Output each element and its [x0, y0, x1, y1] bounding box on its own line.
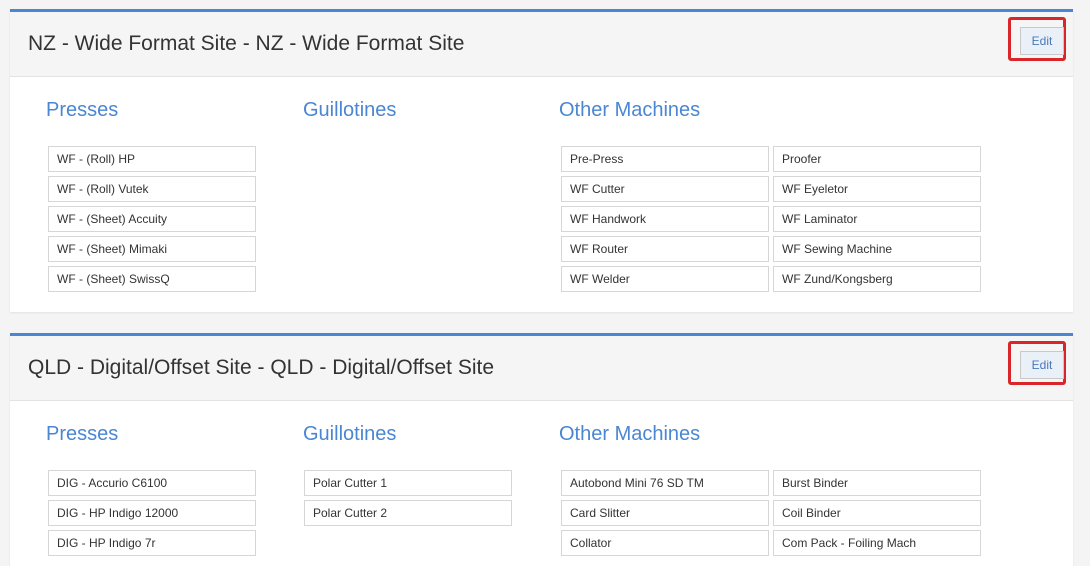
press-item[interactable]: WF - (Roll) Vutek	[48, 176, 256, 202]
machine-item[interactable]: WF Eyeletor	[773, 176, 981, 202]
other-machines-heading: Other Machines	[559, 423, 701, 445]
machine-item[interactable]: Card Slitter	[561, 500, 769, 526]
press-item[interactable]: DIG - HP Indigo 7r	[48, 530, 256, 556]
presses-heading: Presses	[46, 423, 119, 445]
panel-title: QLD - Digital/Offset Site - QLD - Digita…	[28, 356, 495, 379]
site-panel-nz: NZ - Wide Format Site - NZ - Wide Format…	[10, 9, 1073, 312]
machine-item[interactable]: WF Zund/Kongsberg	[773, 266, 981, 292]
machine-item[interactable]: Autobond Mini 76 SD TM	[561, 470, 769, 496]
edit-highlight: Edit	[1008, 341, 1066, 385]
press-item[interactable]: DIG - HP Indigo 12000	[48, 500, 256, 526]
other-machines-heading: Other Machines	[559, 99, 701, 121]
press-item[interactable]: WF - (Sheet) Accuity	[48, 206, 256, 232]
press-item[interactable]: WF - (Sheet) Mimaki	[48, 236, 256, 262]
machine-item[interactable]: Com Pack - Foiling Mach	[773, 530, 981, 556]
edit-button[interactable]: Edit	[1020, 351, 1064, 379]
machine-item[interactable]: WF Laminator	[773, 206, 981, 232]
machine-item[interactable]: WF Handwork	[561, 206, 769, 232]
machine-item[interactable]: Burst Binder	[773, 470, 981, 496]
panel-header: NZ - Wide Format Site - NZ - Wide Format…	[10, 12, 1073, 77]
machine-item[interactable]: Pre-Press	[561, 146, 769, 172]
press-item[interactable]: WF - (Roll) HP	[48, 146, 256, 172]
presses-heading: Presses	[46, 99, 119, 121]
edit-highlight: Edit	[1008, 17, 1066, 61]
machine-item[interactable]: WF Cutter	[561, 176, 769, 202]
machine-item[interactable]: Collator	[561, 530, 769, 556]
site-panel-qld: QLD - Digital/Offset Site - QLD - Digita…	[10, 333, 1073, 566]
edit-button[interactable]: Edit	[1020, 27, 1064, 55]
guillotine-item[interactable]: Polar Cutter 2	[304, 500, 512, 526]
machine-item[interactable]: WF Welder	[561, 266, 769, 292]
panel-header: QLD - Digital/Offset Site - QLD - Digita…	[10, 336, 1073, 401]
guillotines-heading: Guillotines	[303, 99, 397, 121]
guillotines-heading: Guillotines	[303, 423, 397, 445]
guillotine-item[interactable]: Polar Cutter 1	[304, 470, 512, 496]
panel-title: NZ - Wide Format Site - NZ - Wide Format…	[28, 32, 465, 55]
machine-item[interactable]: Proofer	[773, 146, 981, 172]
machine-item[interactable]: WF Sewing Machine	[773, 236, 981, 262]
machine-item[interactable]: WF Router	[561, 236, 769, 262]
press-item[interactable]: WF - (Sheet) SwissQ	[48, 266, 256, 292]
press-item[interactable]: DIG - Accurio C6100	[48, 470, 256, 496]
machine-item[interactable]: Coil Binder	[773, 500, 981, 526]
